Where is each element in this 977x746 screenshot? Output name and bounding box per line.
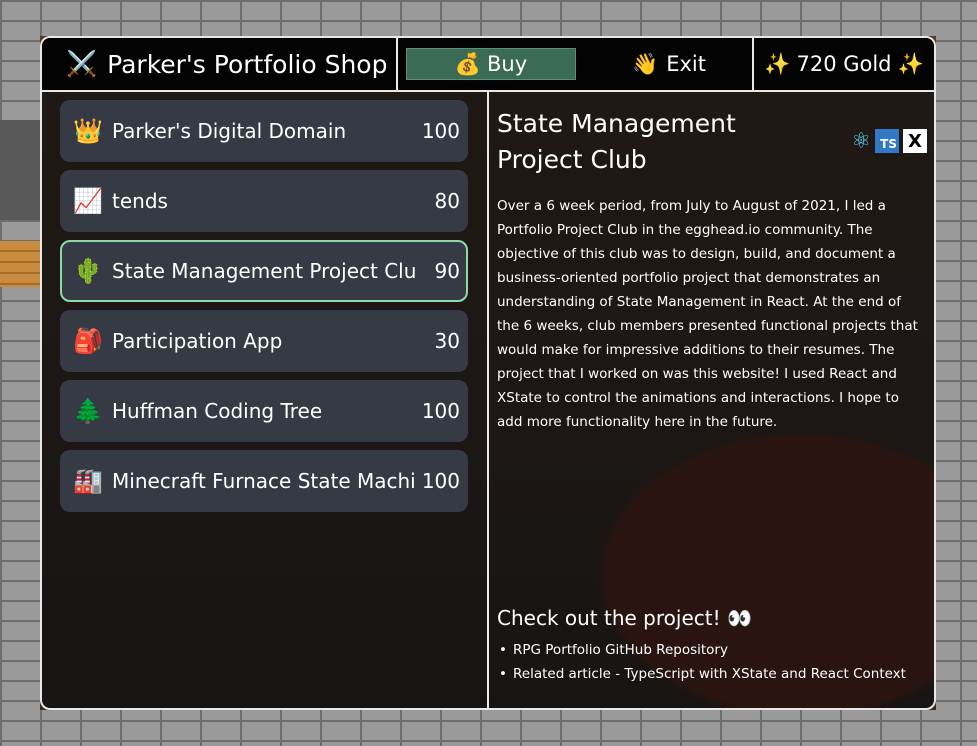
- money-bag-icon: 💰: [454, 51, 481, 76]
- shop-title-text: Parker's Portfolio Shop: [107, 49, 388, 79]
- evergreen-tree-icon: 🌲: [73, 397, 103, 425]
- item-name: tends: [112, 189, 168, 213]
- item-price: 100: [421, 119, 460, 143]
- crossed-swords-icon: ⚔️: [66, 49, 98, 78]
- gold-amount: 720 Gold: [796, 52, 892, 76]
- sparkles-icon: ✨: [897, 51, 924, 76]
- panel-divider: [487, 92, 489, 708]
- buy-label: Buy: [487, 52, 528, 76]
- github-repo-link[interactable]: RPG Portfolio GitHub Repository: [497, 638, 927, 662]
- item-name: Minecraft Furnace State Machine: [112, 469, 416, 493]
- sparkles-icon: ✨: [764, 51, 791, 76]
- shop-item[interactable]: 🎒 Participation App 30: [60, 310, 468, 372]
- item-price: 80: [434, 189, 460, 213]
- waving-hand-icon: 👋: [632, 51, 659, 76]
- item-price: 100: [421, 469, 460, 493]
- exit-label: Exit: [666, 52, 706, 76]
- detail-title: State Management Project Club: [497, 109, 736, 174]
- chart-increasing-icon: 📈: [73, 187, 103, 215]
- item-name: State Management Project Club: [112, 259, 416, 283]
- xstate-icon: X: [903, 129, 927, 153]
- related-article-link[interactable]: Related article - TypeScript with XState…: [497, 662, 927, 686]
- shop-item[interactable]: 👑 Parker's Digital Domain 100: [60, 100, 468, 162]
- typescript-icon: TS: [875, 129, 899, 153]
- buy-tab[interactable]: 💰 Buy: [406, 48, 576, 80]
- item-price: 90: [434, 259, 460, 283]
- item-name: Participation App: [112, 329, 283, 353]
- cactus-icon: 🌵: [73, 257, 103, 285]
- detail-description: Over a 6 week period, from July to Augus…: [497, 198, 918, 430]
- detail-header: State Management Project Club ⚛ TS X: [497, 106, 927, 178]
- project-links-section: Check out the project! 👀 RPG Portfolio G…: [497, 606, 927, 686]
- crown-icon: 👑: [73, 117, 103, 145]
- shop-title: ⚔️ Parker's Portfolio Shop: [42, 38, 398, 90]
- factory-icon: 🏭: [73, 467, 103, 495]
- buy-tab-wrap: 💰 Buy: [398, 38, 586, 90]
- shop-item-selected[interactable]: 🌵 State Management Project Club 90: [60, 240, 468, 302]
- item-price: 30: [434, 329, 460, 353]
- background-wall-dark: [0, 120, 40, 220]
- background-wood-floor: [0, 241, 40, 287]
- gold-counter: ✨ 720 Gold ✨: [754, 38, 934, 90]
- shop-item[interactable]: 🌲 Huffman Coding Tree 100: [60, 380, 468, 442]
- shop-window: ⚔️ Parker's Portfolio Shop 💰 Buy 👋 Exit …: [40, 36, 936, 710]
- tech-stack: ⚛ TS X: [851, 128, 927, 154]
- project-links-list: RPG Portfolio GitHub Repository Related …: [497, 638, 927, 686]
- shop-item[interactable]: 📈 tends 80: [60, 170, 468, 232]
- react-icon: ⚛: [851, 128, 871, 154]
- shop-item[interactable]: 🏭 Minecraft Furnace State Machine 100: [60, 450, 468, 512]
- project-links-title: Check out the project! 👀: [497, 606, 752, 630]
- exit-tab[interactable]: 👋 Exit: [586, 38, 754, 90]
- item-name: Parker's Digital Domain: [112, 119, 347, 143]
- item-price: 100: [421, 399, 460, 423]
- item-detail-panel: State Management Project Club ⚛ TS X Ove…: [497, 106, 927, 434]
- shop-item-list: 👑 Parker's Digital Domain 100 📈 tends 80…: [60, 100, 468, 520]
- item-name: Huffman Coding Tree: [112, 399, 323, 423]
- shop-topbar: ⚔️ Parker's Portfolio Shop 💰 Buy 👋 Exit …: [42, 38, 934, 92]
- backpack-icon: 🎒: [73, 327, 103, 355]
